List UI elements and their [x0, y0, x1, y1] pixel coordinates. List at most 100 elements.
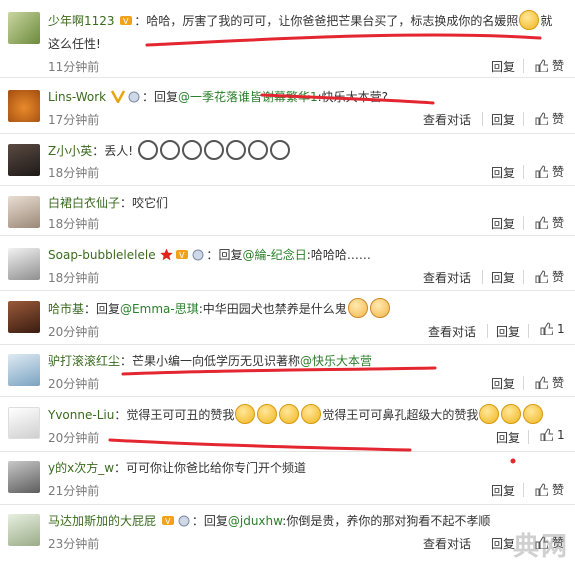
reply-button[interactable]: 回复 [491, 269, 515, 286]
avatar[interactable] [8, 144, 40, 176]
timestamp: 18分钟前 [48, 217, 100, 231]
like-button[interactable]: 1 [540, 322, 565, 336]
avatar[interactable] [8, 248, 40, 280]
divider [482, 270, 483, 284]
comment-text-2: 觉得王可可鼻孔超级大的赞我 [322, 408, 479, 422]
husky-emoji-icon [269, 140, 290, 160]
comment-item: y的x次方_w：可可你让你爸比给你专门开个频道 21分钟前 回复 赞 [0, 452, 575, 505]
timestamp: 20分钟前 [48, 431, 100, 445]
like-label: 赞 [552, 216, 565, 230]
verified-v-icon [110, 89, 126, 110]
username[interactable]: Lins-Work [48, 90, 106, 104]
username[interactable]: 哈市基 [48, 302, 84, 316]
like-label: 赞 [552, 59, 565, 73]
divider [523, 270, 524, 284]
like-button[interactable]: 赞 [535, 163, 564, 180]
avatar[interactable] [8, 354, 40, 386]
reply-prefix: 回复 [203, 514, 228, 528]
mention-link[interactable]: @快乐大本营 [300, 354, 372, 368]
timestamp: 23分钟前 [48, 537, 100, 551]
separator: ： [120, 354, 133, 368]
reply-button[interactable]: 回复 [491, 375, 515, 392]
reply-button[interactable]: 回复 [496, 323, 520, 340]
like-count: 1 [557, 428, 565, 442]
username[interactable]: Soap-bubblelelele [48, 248, 156, 262]
divider [528, 324, 529, 338]
username[interactable]: Z小小英 [48, 144, 92, 158]
avatar[interactable] [8, 407, 40, 439]
medal-icon [191, 247, 205, 268]
separator: ： [206, 248, 219, 262]
comment-body: 驴打滚滚红尘：芒果小编一向低学历无见识著称@快乐大本营 [48, 351, 563, 372]
view-thread-button[interactable]: 查看对话 [423, 535, 471, 552]
like-button[interactable]: 赞 [535, 268, 564, 285]
husky-emoji-icon [137, 140, 158, 160]
husky-emoji-icon [181, 140, 202, 160]
like-button[interactable]: 赞 [535, 57, 564, 74]
username[interactable]: 白裙白衣仙子 [48, 196, 120, 210]
like-button[interactable]: 赞 [535, 481, 564, 498]
comment-item: Soap-bubblelelele V ：回复@綸-纪念日:哈哈哈…… 18分钟前… [0, 236, 575, 291]
svg-text:V: V [165, 517, 171, 526]
username[interactable]: 马达加斯加的大屁屁 [48, 514, 156, 528]
like-button[interactable]: 1 [540, 428, 565, 442]
reply-button[interactable]: 回复 [491, 482, 515, 499]
divider [523, 112, 524, 126]
comment-text: :快乐大本营? [317, 90, 389, 104]
avatar[interactable] [8, 12, 40, 44]
mention-link[interactable]: @Emma-思琪 [120, 302, 199, 316]
reply-button[interactable]: 回复 [491, 535, 515, 552]
reply-button[interactable]: 回复 [491, 164, 515, 181]
cat-face-emoji-icon [523, 404, 544, 424]
cat-face-emoji-icon [301, 404, 322, 424]
username[interactable]: Yvonne-Liu [48, 408, 114, 422]
husky-emoji-icon [159, 140, 180, 160]
separator: ： [141, 90, 154, 104]
avatar[interactable] [8, 514, 40, 546]
reply-button[interactable]: 回复 [491, 215, 515, 232]
comment-item: 哈市基：回复@Emma-思琪:中华田园犬也禁养是什么鬼 20分钟前 查看对话 回… [0, 291, 575, 345]
mention-link[interactable]: @jduxhw [228, 514, 282, 528]
cat-face-emoji-icon [279, 404, 300, 424]
comment-text: :你倒是贵，养你的那对狗看不起不孝顺 [282, 514, 491, 528]
username[interactable]: 少年啊1123 [48, 14, 115, 28]
avatar[interactable] [8, 461, 40, 493]
avatar[interactable] [8, 90, 40, 122]
comment-item: 马达加斯加的大屁屁 V ：回复@jduxhw:你倒是贵，养你的那对狗看不起不孝顺 … [0, 505, 575, 565]
mention-link[interactable]: @綸-纪念日 [242, 248, 306, 262]
divider [523, 165, 524, 179]
separator: ： [191, 514, 204, 528]
reply-button[interactable]: 回复 [491, 111, 515, 128]
separator: ： [134, 14, 147, 28]
husky-emoji-icon [225, 140, 246, 160]
username[interactable]: 驴打滚滚红尘 [48, 354, 120, 368]
divider [523, 376, 524, 390]
view-thread-button[interactable]: 查看对话 [428, 323, 476, 340]
svg-text:V: V [123, 17, 129, 26]
timestamp: 17分钟前 [48, 113, 100, 127]
medal-icon [127, 89, 141, 110]
like-count: 1 [557, 322, 565, 336]
like-label: 赞 [552, 376, 565, 390]
comment-text: 芒果小编一向低学历无见识著称 [132, 354, 301, 368]
cat-face-emoji-icon [479, 404, 500, 424]
view-thread-button[interactable]: 查看对话 [423, 111, 471, 128]
reply-button[interactable]: 回复 [491, 58, 515, 75]
view-thread-button[interactable]: 查看对话 [423, 269, 471, 286]
thumbs-up-icon [535, 59, 550, 73]
mention-link[interactable]: @一季花落谁皆谢幕繁华1 [178, 90, 318, 104]
like-button[interactable]: 赞 [535, 110, 564, 127]
avatar[interactable] [8, 196, 40, 228]
comment-text: :中华田园犬也禁养是什么鬼 [198, 302, 347, 316]
username[interactable]: y的x次方_w [48, 461, 114, 475]
avatar[interactable] [8, 301, 40, 333]
like-button[interactable]: 赞 [535, 374, 564, 391]
medal-icon [177, 513, 191, 534]
reply-button[interactable]: 回复 [496, 429, 520, 446]
like-label: 赞 [552, 483, 565, 497]
timestamp: 11分钟前 [48, 60, 100, 74]
comment-item: Yvonne-Liu：觉得王可可丑的赞我 觉得王可可鼻孔超级大的赞我 20分钟前 … [0, 397, 575, 452]
like-button[interactable]: 赞 [535, 214, 564, 231]
timestamp: 18分钟前 [48, 166, 100, 180]
star-badge-icon [160, 247, 174, 268]
